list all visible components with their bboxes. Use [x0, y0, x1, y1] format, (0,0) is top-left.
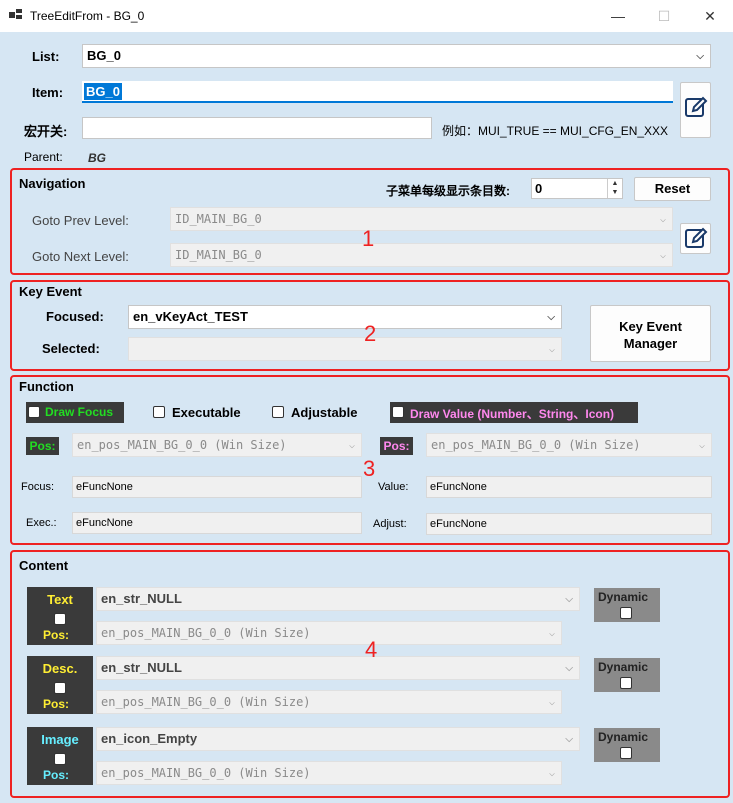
checkbox-icon — [272, 406, 284, 418]
chevron-down-icon: ⌵ — [659, 214, 666, 225]
adjust-label: Adjust: — [373, 518, 407, 530]
list-value: BG_0 — [87, 48, 121, 63]
focused-label: Focused: — [46, 309, 104, 324]
checkbox-icon — [620, 747, 632, 759]
focused-combo[interactable]: en_vKeyAct_TEST ⌵ — [128, 305, 562, 329]
selected-label: Selected: — [42, 341, 100, 356]
list-label: List: — [32, 49, 60, 64]
dynamic-checkbox[interactable]: Dynamic — [594, 728, 660, 762]
key-event-title: Key Event — [19, 284, 82, 299]
checkbox-icon[interactable] — [54, 613, 66, 625]
content-row-label: Desc. — [42, 661, 78, 676]
window-title: TreeEditFrom - BG_0 — [30, 9, 145, 23]
content-marker: 4 — [365, 637, 378, 662]
key-event-marker: 2 — [364, 321, 377, 346]
edit-icon — [684, 96, 707, 117]
minimize-button[interactable]: — — [595, 0, 641, 32]
value-label: Value: — [378, 481, 409, 493]
content-row-label: Text — [47, 592, 73, 607]
value-field[interactable]: eFuncNone — [426, 476, 712, 498]
title-bar: TreeEditFrom - BG_0 — ☐ ✕ — [0, 0, 733, 32]
focus-label: Focus: — [21, 481, 55, 493]
checkbox-icon — [620, 677, 632, 689]
focus-field[interactable]: eFuncNone — [72, 476, 362, 498]
goto-prev-label: Goto Prev Level: — [32, 213, 129, 228]
spinner-arrows-icon[interactable]: ▲ ▼ — [607, 179, 622, 198]
checkbox-icon — [28, 406, 40, 418]
content-row-text-block: Text Pos: — [27, 587, 93, 645]
parent-label: Parent: — [24, 150, 63, 164]
goto-next-combo[interactable]: ID_MAIN_BG_0 ⌵ — [170, 243, 673, 267]
chevron-down-icon: ⌵ — [548, 344, 555, 355]
chevron-down-icon: ⌵ — [548, 697, 555, 708]
content-row-image-block: Image Pos: — [27, 727, 93, 785]
item-value: BG_0 — [84, 83, 122, 100]
navigation-edit-button[interactable] — [680, 223, 711, 254]
navigation-count-label: 子菜单每级显示条目数: — [386, 184, 510, 198]
parent-value: BG — [88, 151, 106, 165]
adjust-field[interactable]: eFuncNone — [426, 513, 712, 535]
content-row-desc-block: Desc. Pos: — [27, 656, 93, 714]
checkbox-icon — [620, 607, 632, 619]
goto-prev-combo[interactable]: ID_MAIN_BG_0 ⌵ — [170, 207, 673, 231]
chevron-down-icon: ⌵ — [348, 440, 355, 451]
chevron-down-icon: ⌵ — [696, 51, 704, 62]
app-icon — [9, 9, 22, 19]
exec-label: Exec.: — [26, 517, 57, 529]
key-event-manager-button[interactable]: Key Event Manager — [590, 305, 711, 362]
list-combo[interactable]: BG_0 ⌵ — [82, 44, 711, 68]
content-row-pos-label: Pos: — [43, 628, 70, 642]
checkbox-icon — [392, 406, 404, 418]
navigation-marker: 1 — [362, 226, 375, 251]
checkbox-icon[interactable] — [54, 682, 66, 694]
content-row-pos-label: Pos: — [43, 697, 70, 711]
content-title: Content — [19, 558, 69, 573]
draw-value-checkbox[interactable]: Draw Value (Number、String、Icon) — [390, 402, 638, 423]
pos-combo-right[interactable]: en_pos_MAIN_BG_0_0 (Win Size) ⌵ — [426, 433, 712, 457]
chevron-down-icon: ⌵ — [565, 594, 573, 605]
chevron-down-icon: ⌵ — [698, 440, 705, 451]
chevron-down-icon: ⌵ — [565, 663, 573, 674]
item-input[interactable]: BG_0 — [82, 81, 673, 103]
exec-field[interactable]: eFuncNone — [72, 512, 362, 534]
chevron-down-icon: ⌵ — [548, 768, 555, 779]
close-button[interactable]: ✕ — [687, 0, 733, 32]
content-row-text-pos-combo[interactable]: en_pos_MAIN_BG_0_0 (Win Size) ⌵ — [96, 621, 562, 645]
content-row-desc-pos-combo[interactable]: en_pos_MAIN_BG_0_0 (Win Size) ⌵ — [96, 690, 562, 714]
edit-icon — [684, 227, 707, 248]
chevron-down-icon: ⌵ — [659, 250, 666, 261]
content-row-pos-label: Pos: — [43, 768, 70, 782]
draw-focus-checkbox[interactable]: Draw Focus — [26, 402, 124, 423]
chevron-down-icon: ⌵ — [547, 312, 555, 323]
navigation-count-spinner[interactable]: 0 ▲ ▼ — [531, 178, 623, 199]
content-row-label: Image — [41, 732, 79, 747]
content-row-desc-combo[interactable]: en_str_NULL ⌵ — [96, 656, 580, 680]
chevron-down-icon: ⌵ — [565, 734, 573, 745]
chevron-down-icon: ⌵ — [548, 628, 555, 639]
navigation-title: Navigation — [19, 176, 86, 191]
goto-next-label: Goto Next Level: — [32, 249, 129, 264]
content-row-text-combo[interactable]: en_str_NULL ⌵ — [96, 587, 580, 611]
content-row-image-combo[interactable]: en_icon_Empty ⌵ — [96, 727, 580, 751]
macro-example: 例如：MUI_TRUE == MUI_CFG_EN_XXX — [442, 124, 669, 138]
pos-label-right: Pos: — [380, 437, 413, 455]
maximize-button[interactable]: ☐ — [641, 0, 687, 32]
checkbox-icon — [153, 406, 165, 418]
dynamic-checkbox[interactable]: Dynamic — [594, 658, 660, 692]
content-row-image-pos-combo[interactable]: en_pos_MAIN_BG_0_0 (Win Size) ⌵ — [96, 761, 562, 785]
pos-combo-left[interactable]: en_pos_MAIN_BG_0_0 (Win Size) ⌵ — [72, 433, 362, 457]
function-marker: 3 — [363, 456, 376, 481]
pos-label-left: Pos: — [26, 437, 59, 455]
macro-input[interactable] — [82, 117, 432, 139]
dynamic-checkbox[interactable]: Dynamic — [594, 588, 660, 622]
item-label: Item: — [32, 85, 64, 100]
checkbox-icon[interactable] — [54, 753, 66, 765]
macro-label: 宏开关: — [24, 124, 68, 139]
item-edit-button[interactable] — [680, 82, 711, 138]
selected-combo[interactable]: ⌵ — [128, 337, 562, 361]
function-title: Function — [19, 379, 74, 394]
reset-button[interactable]: Reset — [634, 177, 711, 201]
